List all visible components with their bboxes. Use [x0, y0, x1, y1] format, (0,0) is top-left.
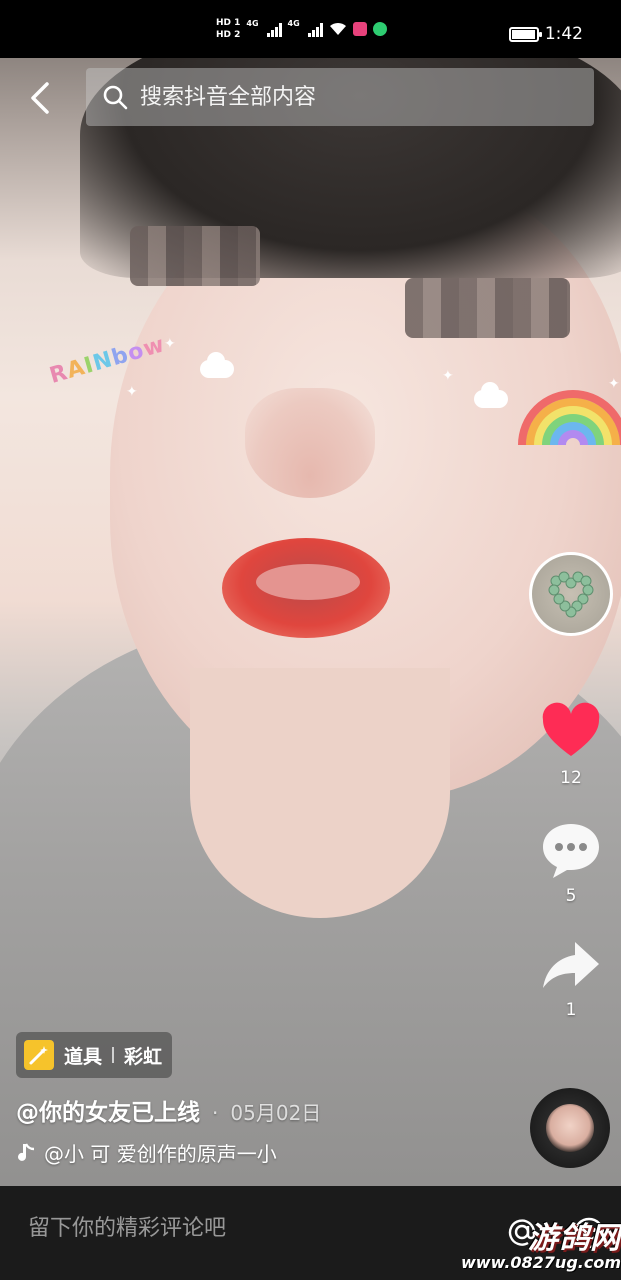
back-button[interactable]	[22, 78, 62, 118]
hd-badges: HD 1 HD 2	[216, 18, 240, 40]
prop-divider	[112, 1047, 115, 1063]
wifi-icon	[329, 22, 346, 35]
search-input[interactable]	[140, 84, 570, 110]
app-notification-icon	[352, 22, 367, 36]
comment-bubble-icon	[543, 824, 599, 878]
prop-label: 道具	[64, 1045, 103, 1068]
site-watermark: 游鸽网 www.0827ug.com	[450, 1222, 621, 1272]
prop-name: 彩虹	[124, 1045, 163, 1068]
search-icon	[103, 85, 128, 110]
search-bar[interactable]	[86, 68, 594, 126]
clock: 1:42	[544, 24, 583, 44]
hd1-badge: HD 1	[216, 18, 241, 28]
music-disc-avatar[interactable]	[530, 1088, 610, 1168]
avatar	[546, 1104, 594, 1152]
post-date-separator: ·	[212, 1101, 219, 1125]
video-nose	[245, 388, 375, 498]
video-player[interactable]: RAINbow ✦ ✦ ✦ ✦	[0, 58, 621, 1186]
video-neck	[190, 668, 450, 918]
like-button[interactable]: 12	[534, 700, 608, 788]
share-button[interactable]: 1	[534, 932, 608, 1020]
sticker-thumbnail-button[interactable]	[529, 552, 613, 636]
sparkle-icon: ✦	[442, 368, 454, 384]
share-arrow-icon	[543, 942, 599, 988]
sparkle-icon: ✦	[126, 384, 138, 400]
heart-shaped-stones-icon	[548, 571, 594, 618]
sparkle-icon: ✦	[608, 376, 620, 392]
battery-icon	[508, 26, 542, 42]
signal-strength-2-icon	[307, 21, 323, 37]
hd2-badge: HD 2	[216, 30, 241, 40]
chevron-left-icon	[31, 82, 49, 114]
prop-tag[interactable]: 道具 彩虹	[16, 1032, 173, 1078]
status-right: 1:42	[508, 24, 583, 44]
share-count: 1	[565, 1000, 577, 1020]
comment-count: 5	[565, 886, 577, 906]
sound-info[interactable]: @小 可 爱创作的原声一小	[16, 1138, 277, 1167]
signal-strength-1-icon	[266, 21, 282, 37]
network-type-2: 4G	[287, 18, 300, 28]
network-type-1: 4G	[246, 18, 259, 28]
pixelated-left-eye	[130, 226, 260, 286]
magic-wand-icon	[24, 1040, 54, 1070]
watermark-url: www.0827ug.com	[461, 1253, 621, 1272]
sound-title: @小 可 爱创作的原声一小	[44, 1142, 277, 1166]
message-app-icon	[372, 22, 387, 36]
watermark-title: 游鸽网	[528, 1221, 621, 1256]
cloud-sticker	[474, 382, 508, 408]
cloud-sticker	[200, 352, 234, 378]
status-bar: HD 1 HD 2 4G 4G 1:42	[0, 0, 621, 58]
music-note-icon	[18, 1142, 35, 1161]
sparkle-icon: ✦	[164, 336, 176, 352]
heart-icon	[542, 702, 600, 756]
post-date: 05月02日	[230, 1101, 322, 1125]
author-name[interactable]: @你的女友已上线	[16, 1100, 200, 1126]
author-line: @你的女友已上线 · 05月02日	[16, 1093, 321, 1127]
pixelated-right-eye	[405, 278, 570, 338]
status-icons: HD 1 HD 2 4G 4G	[216, 18, 387, 40]
comment-button[interactable]: 5	[534, 818, 608, 906]
comment-input[interactable]	[28, 1216, 468, 1241]
like-count: 12	[560, 768, 582, 788]
video-mouth	[222, 538, 390, 638]
